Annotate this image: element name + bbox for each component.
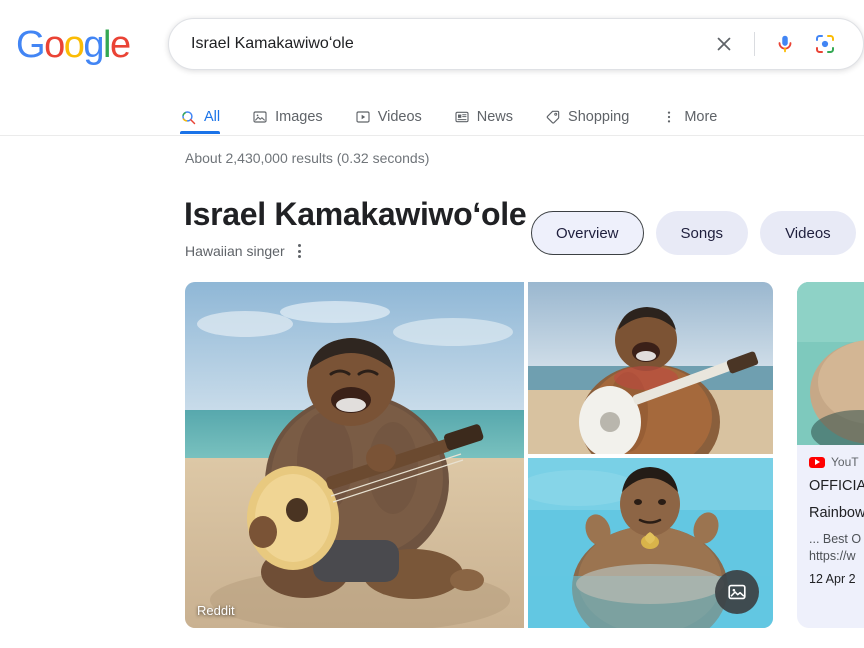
results-count: About 2,430,000 results (0.32 seconds): [185, 150, 430, 166]
tab-images-label: Images: [275, 109, 323, 125]
video-snippet: ... Best O: [809, 532, 862, 546]
microphone-icon: [778, 35, 792, 53]
video-source-row: YouT: [809, 455, 864, 469]
tab-videos-label: Videos: [377, 109, 422, 125]
tab-videos[interactable]: Videos: [355, 88, 422, 134]
logo-letter-o1: o: [44, 24, 65, 66]
search-box[interactable]: [168, 18, 864, 70]
image-pool-shaka[interactable]: [528, 458, 773, 628]
subtitle-row: Hawaiian singer: [185, 240, 304, 262]
page-header: Google: [0, 0, 864, 88]
photo-library-icon: [728, 584, 746, 600]
pill-videos-label: Videos: [785, 224, 831, 242]
pill-overview-label: Overview: [556, 224, 619, 242]
logo-letter-o2: o: [63, 24, 85, 66]
search-actions-divider: [754, 32, 755, 56]
video-icon: [355, 109, 371, 125]
tab-all[interactable]: All: [180, 88, 221, 134]
google-search-results-page: Google Israel Kamakawiwoʻole All Images …: [0, 0, 864, 648]
video-date: 12 Apr 2: [809, 572, 856, 586]
main-image-art: [185, 282, 524, 628]
search-icon: [180, 109, 197, 126]
more-options-icon[interactable]: [295, 240, 304, 262]
google-logo[interactable]: Google: [16, 24, 131, 66]
image-icon: [252, 109, 268, 125]
pill-songs-label: Songs: [680, 224, 724, 242]
more-images-button[interactable]: [715, 570, 759, 614]
voice-search-button[interactable]: [765, 24, 805, 64]
logo-letter-g2: g: [83, 24, 104, 66]
lens-search-button[interactable]: [805, 24, 845, 64]
video-result-card[interactable]: 3:48 YouT OFFICIA Rainbow ... Best O htt…: [797, 282, 864, 628]
video-card-body: YouT OFFICIA Rainbow ... Best O https://…: [797, 445, 864, 588]
pill-songs[interactable]: Songs: [655, 211, 749, 255]
pill-overview[interactable]: Overview: [531, 211, 644, 255]
tab-more-label: More: [684, 109, 718, 125]
image-beach-white-guitar[interactable]: [528, 282, 773, 454]
video-source-name: YouT: [831, 455, 859, 469]
video-thumbnail[interactable]: 3:48: [797, 282, 864, 445]
tab-all-label: All: [204, 109, 221, 125]
image-grid: Reddit: [185, 282, 777, 628]
search-box-actions: [704, 24, 863, 64]
video-title-line-2[interactable]: Rainbow: [809, 504, 864, 523]
pill-videos[interactable]: Videos: [760, 211, 856, 255]
logo-letter-e: e: [109, 24, 131, 66]
youtube-icon: [809, 456, 825, 468]
image-main-beach-guitar[interactable]: Reddit: [185, 282, 524, 628]
tab-news-label: News: [476, 109, 514, 125]
google-lens-icon: [816, 35, 834, 53]
kebab-icon: [661, 109, 677, 125]
search-input[interactable]: [169, 35, 704, 53]
image-attribution: Reddit: [197, 603, 235, 618]
news-icon: [454, 109, 470, 125]
page-title: Israel Kamakawiwoʻole: [184, 196, 527, 232]
video-url[interactable]: https://w: [809, 548, 864, 565]
tab-shopping-label: Shopping: [568, 109, 630, 125]
knowledge-panel-pills: Overview Songs Videos: [531, 211, 864, 255]
tab-images[interactable]: Images: [252, 88, 323, 134]
page-subtitle: Hawaiian singer: [185, 243, 285, 259]
tab-more[interactable]: More: [661, 88, 717, 134]
search-nav-tabs: All Images Videos News Shopping More: [0, 88, 864, 136]
video-thumbnail-art: [797, 282, 864, 445]
video-title-line-1[interactable]: OFFICIA: [809, 477, 864, 496]
logo-letter-l: l: [102, 24, 111, 66]
close-icon: [717, 37, 731, 51]
clear-search-button[interactable]: [704, 24, 744, 64]
top-right-image-art: [528, 282, 773, 454]
logo-letter-g1: G: [16, 24, 46, 66]
tag-icon: [545, 109, 561, 125]
tab-news[interactable]: News: [454, 88, 513, 134]
tab-shopping[interactable]: Shopping: [545, 88, 629, 134]
